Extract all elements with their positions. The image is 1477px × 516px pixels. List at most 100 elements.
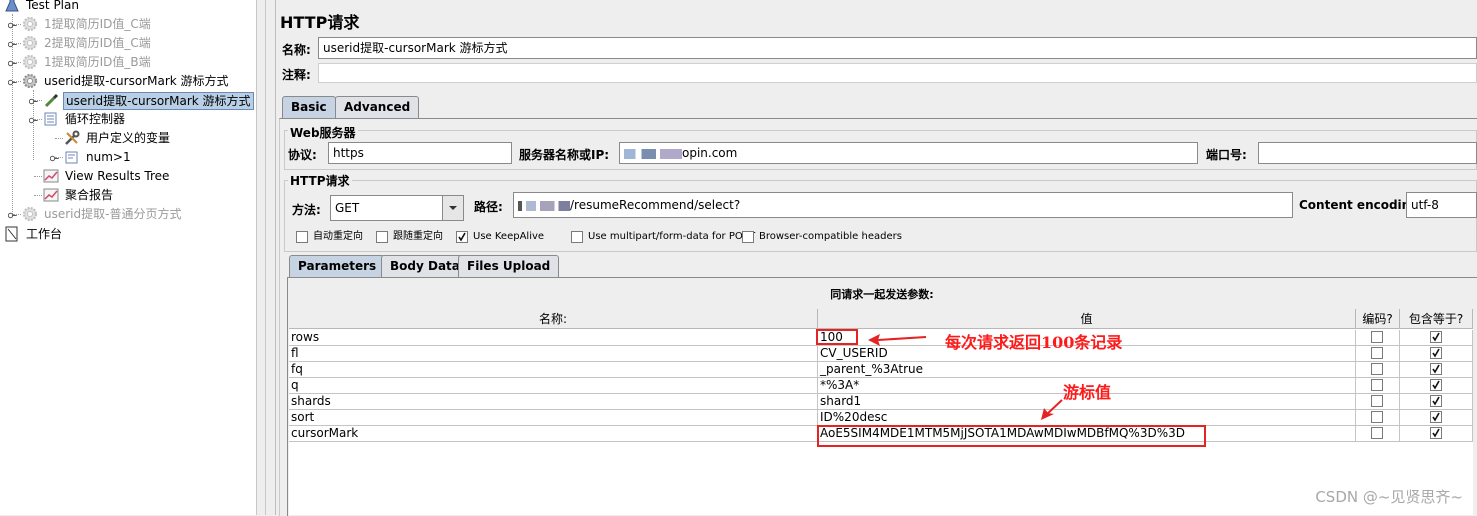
expand-toggle-icon[interactable] bbox=[8, 40, 17, 49]
tree-guide-line bbox=[34, 176, 42, 177]
protocol-label: 协议: bbox=[288, 148, 317, 162]
include-equals-checkbox[interactable] bbox=[1430, 379, 1442, 391]
expand-toggle-icon[interactable] bbox=[8, 211, 17, 220]
port-field[interactable] bbox=[1258, 142, 1477, 164]
param-value-cell[interactable]: _parent_%3Atrue bbox=[818, 362, 1356, 378]
http-request-group-title: HTTP请求 bbox=[288, 172, 352, 189]
option-checkbox[interactable] bbox=[456, 231, 468, 243]
if-icon bbox=[64, 149, 80, 165]
split-pane-gutter bbox=[266, 0, 276, 515]
redacted-path bbox=[518, 200, 570, 211]
option-label: Use multipart/form-data for POST bbox=[588, 231, 756, 242]
highlight-box-cursormark bbox=[817, 425, 1206, 447]
option-checkbox[interactable] bbox=[571, 231, 583, 243]
tree-guide-line bbox=[13, 62, 21, 63]
comment-field[interactable] bbox=[318, 63, 1477, 83]
param-encode-cell bbox=[1356, 394, 1400, 410]
protocol-field[interactable]: https bbox=[328, 142, 512, 164]
include-equals-checkbox[interactable] bbox=[1430, 411, 1442, 423]
http-request-panel: HTTP请求 名称: userid提取-cursorMark 游标方式 注释: … bbox=[276, 0, 1477, 516]
param-name-cell[interactable]: sort bbox=[289, 410, 818, 426]
expand-toggle-icon[interactable] bbox=[50, 154, 59, 163]
column-header-name[interactable]: 名称: bbox=[289, 309, 818, 329]
expand-toggle-icon[interactable] bbox=[8, 21, 17, 30]
param-value-cell[interactable]: ID%20desc bbox=[818, 410, 1356, 426]
method-select[interactable]: GET bbox=[330, 195, 464, 221]
annotation-rows-note: 每次请求返回100条记录 bbox=[945, 333, 1123, 352]
name-label: 名称: bbox=[282, 43, 311, 57]
arrow-down-left-icon bbox=[1041, 399, 1063, 420]
param-include-equals-cell bbox=[1400, 410, 1473, 426]
chart-icon bbox=[43, 187, 59, 203]
expand-toggle-icon[interactable] bbox=[29, 116, 38, 125]
tree-node-label: 循环控制器 bbox=[65, 112, 126, 126]
wrench-icon bbox=[64, 130, 80, 146]
option-label: Browser-compatible headers bbox=[759, 231, 902, 242]
option-checkbox[interactable] bbox=[742, 231, 754, 243]
notebook-icon bbox=[4, 226, 20, 242]
tree-node-label: num>1 bbox=[86, 150, 131, 164]
column-header-value[interactable]: 值 bbox=[818, 309, 1356, 329]
highlight-box-rows bbox=[816, 329, 858, 345]
param-name-cell[interactable]: fq bbox=[289, 362, 818, 378]
option-checkbox[interactable] bbox=[296, 231, 308, 243]
encode-checkbox[interactable] bbox=[1371, 395, 1383, 407]
encode-checkbox[interactable] bbox=[1371, 427, 1383, 439]
tab-advanced[interactable]: Advanced bbox=[335, 96, 420, 118]
content-encoding-field[interactable]: utf-8 bbox=[1406, 192, 1477, 218]
tree-guide-line bbox=[13, 43, 21, 44]
flask-icon bbox=[4, 0, 20, 13]
include-equals-checkbox[interactable] bbox=[1430, 331, 1442, 343]
encode-checkbox[interactable] bbox=[1371, 379, 1383, 391]
include-equals-checkbox[interactable] bbox=[1430, 427, 1442, 439]
test-plan-tree[interactable]: Test Plan 1提取简历ID值_C端 2提取简历ID值_C端 1提取简历ID值… bbox=[0, 0, 256, 515]
include-equals-checkbox[interactable] bbox=[1430, 347, 1442, 359]
gear-icon bbox=[22, 206, 38, 222]
option-checkbox[interactable] bbox=[376, 231, 388, 243]
tree-node-label: 用户定义的变量 bbox=[86, 131, 171, 145]
server-field[interactable]: opin.com bbox=[619, 142, 1198, 164]
chevron-down-icon[interactable] bbox=[442, 196, 463, 220]
include-equals-checkbox[interactable] bbox=[1430, 363, 1442, 375]
encode-checkbox[interactable] bbox=[1371, 347, 1383, 359]
tree-guide-line bbox=[13, 214, 21, 215]
encode-checkbox[interactable] bbox=[1371, 331, 1383, 343]
param-name-cell[interactable]: rows bbox=[289, 330, 818, 346]
split-pane-divider[interactable] bbox=[256, 0, 266, 515]
name-field[interactable]: userid提取-cursorMark 游标方式 bbox=[318, 37, 1477, 59]
loop-icon bbox=[43, 111, 59, 127]
param-name-cell[interactable]: shards bbox=[289, 394, 818, 410]
param-include-equals-cell bbox=[1400, 362, 1473, 378]
option-label: Use KeepAlive bbox=[473, 231, 545, 242]
encode-checkbox[interactable] bbox=[1371, 363, 1383, 375]
tree-node-label: View Results Tree bbox=[65, 169, 170, 183]
param-name-cell[interactable]: cursorMark bbox=[289, 426, 818, 442]
path-field[interactable]: /resumeRecommend/select? bbox=[513, 192, 1293, 218]
encode-checkbox[interactable] bbox=[1371, 411, 1383, 423]
param-include-equals-cell bbox=[1400, 426, 1473, 442]
column-header-encode[interactable]: 编码? bbox=[1356, 309, 1400, 329]
tab-body-data[interactable]: Body Data bbox=[381, 255, 469, 277]
expand-toggle-icon[interactable] bbox=[8, 78, 17, 87]
param-encode-cell bbox=[1356, 330, 1400, 346]
parameters-caption: 同请求一起发送参数: bbox=[830, 288, 934, 301]
param-name-cell[interactable]: q bbox=[289, 378, 818, 394]
panel-title: HTTP请求 bbox=[280, 13, 360, 32]
tab-parameters[interactable]: Parameters bbox=[289, 255, 386, 277]
tree-guide-line bbox=[34, 195, 42, 196]
param-name-cell[interactable]: fl bbox=[289, 346, 818, 362]
tree-node-label: 2提取简历ID值_C端 bbox=[44, 36, 151, 50]
param-encode-cell bbox=[1356, 378, 1400, 394]
expand-toggle-icon[interactable] bbox=[8, 59, 17, 68]
param-include-equals-cell bbox=[1400, 394, 1473, 410]
arrow-left-icon bbox=[868, 334, 927, 346]
param-include-equals-cell bbox=[1400, 378, 1473, 394]
expand-toggle-icon[interactable] bbox=[29, 97, 38, 106]
include-equals-checkbox[interactable] bbox=[1430, 395, 1442, 407]
tab-basic[interactable]: Basic bbox=[282, 96, 336, 118]
tree-node-label: userid提取-cursorMark 游标方式 bbox=[44, 74, 229, 88]
tab-files-upload[interactable]: Files Upload bbox=[458, 255, 560, 277]
column-header-include-equals[interactable]: 包含等于? bbox=[1400, 309, 1473, 329]
redacted-host bbox=[624, 148, 682, 159]
annotation-cursor-note: 游标值 bbox=[1063, 383, 1112, 402]
